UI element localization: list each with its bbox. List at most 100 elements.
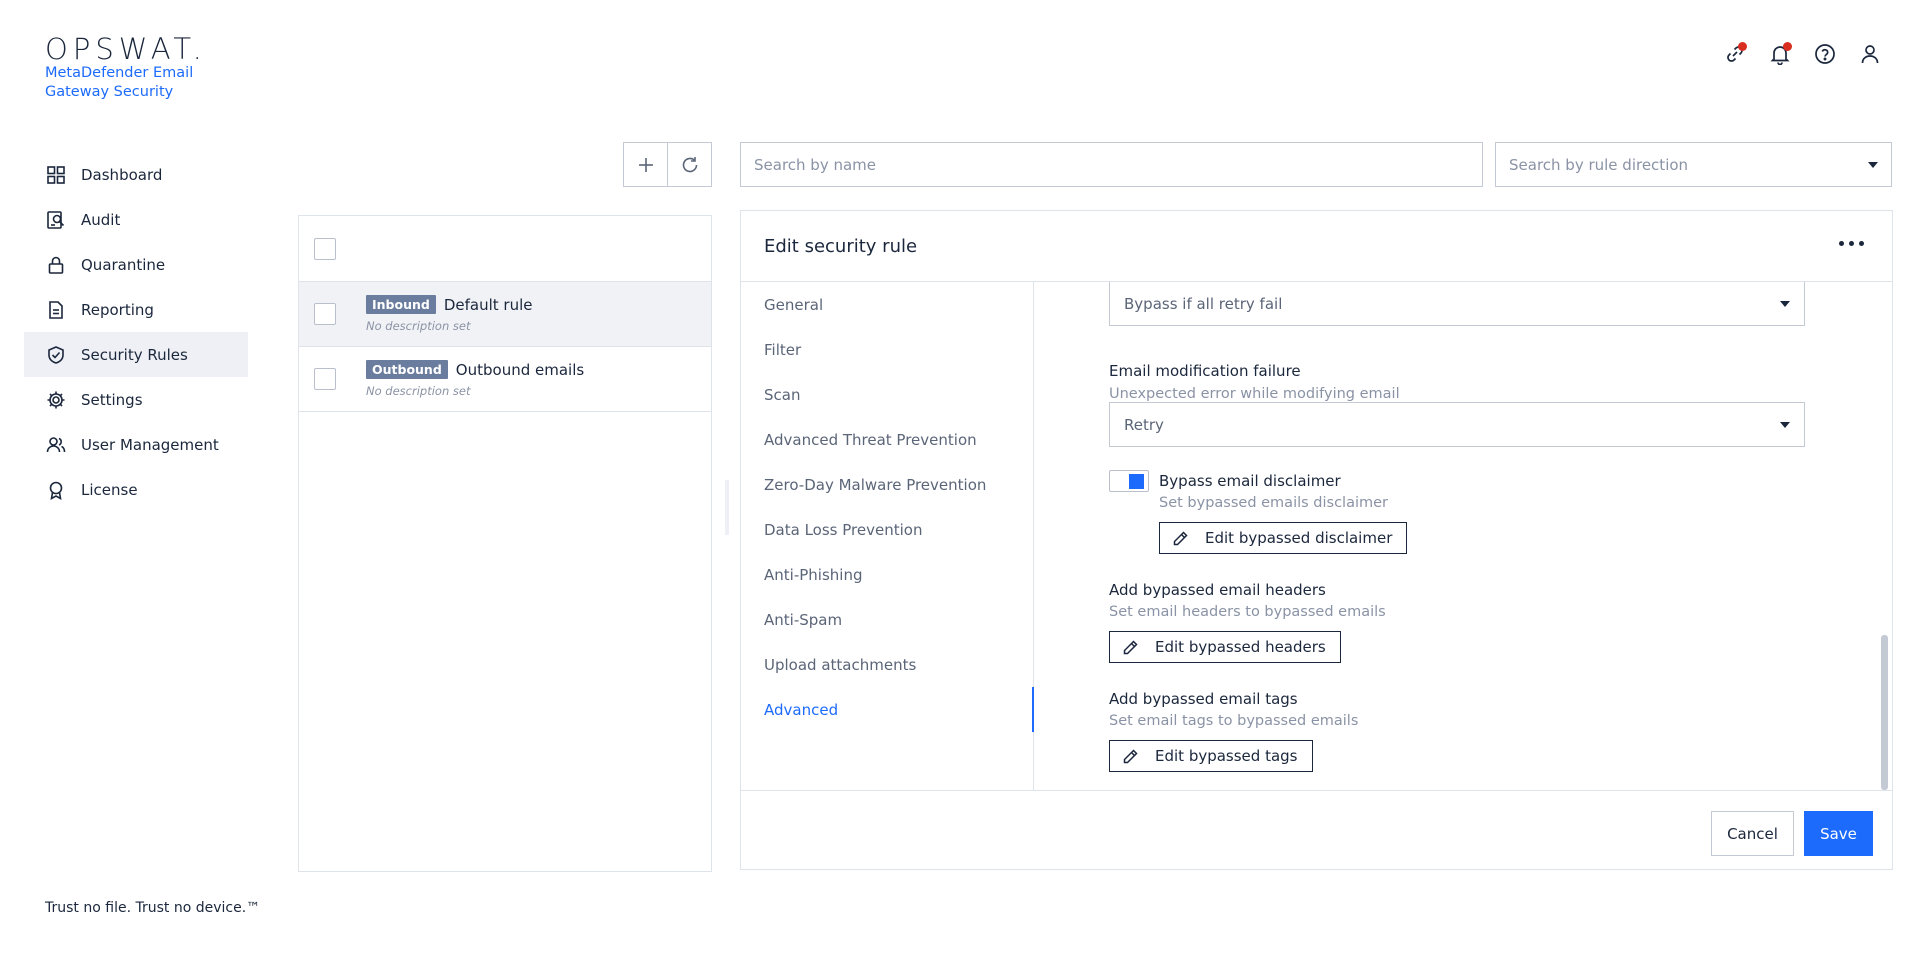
document-icon [49,300,63,319]
badge-icon [49,481,63,500]
lock-icon [48,256,64,274]
bypass-disclaimer-label: Bypass email disclaimer [1159,472,1341,490]
search-name-field[interactable] [740,142,1483,187]
sidebar-item-label: User Management [81,435,219,454]
chevron-down-icon [1868,161,1878,168]
sidebar-item-label: Security Rules [81,345,188,364]
modification-failure-select[interactable]: Retry [1109,402,1805,447]
save-button[interactable]: Save [1804,811,1873,856]
sidebar-nav: Dashboard Audit Quarantine Reporting Sec… [24,152,248,512]
direction-badge: Inbound [366,295,436,314]
help-icon [1815,44,1835,64]
edit-bypassed-tags-label: Edit bypassed tags [1155,747,1298,765]
modification-failure-description: Unexpected error while modifying email [1109,386,1400,402]
bypassed-headers-description: Set email headers to bypassed emails [1109,604,1386,620]
refresh-button[interactable] [667,142,712,187]
select-all-checkbox[interactable] [314,237,336,260]
sidebar-item-label: Quarantine [81,255,166,274]
rules-list-header [299,216,711,282]
dashboard-icon [47,165,65,184]
sidebar-item-reporting[interactable]: Reporting [24,287,248,332]
search-name-input[interactable] [754,155,1469,174]
audit-icon [47,210,65,229]
sidebar-item-security-rules[interactable]: Security Rules [24,332,248,377]
chevron-down-icon [1780,421,1790,428]
rule-checkbox[interactable] [314,303,336,325]
opswat-logo: OPSWAT. [45,32,207,66]
chevron-down-icon [1780,300,1790,307]
tab-advanced[interactable]: Advanced [741,687,1034,732]
advanced-settings-content: Bypass if all retry fail Email modificat… [1035,282,1890,790]
edit-rule-panel: Edit security rule General Filter Scan A… [740,210,1893,870]
bypass-disclaimer-toggle[interactable] [1109,470,1149,492]
edit-tabs: General Filter Scan Advanced Threat Prev… [741,282,1034,790]
link-button[interactable] [1721,40,1749,68]
edit-bypassed-headers-button[interactable]: Edit bypassed headers [1109,631,1341,663]
pencil-icon [1173,530,1188,545]
search-direction-select[interactable]: Search by rule direction [1495,142,1892,187]
sidebar-item-settings[interactable]: Settings [24,377,248,422]
user-menu-button[interactable] [1856,40,1884,68]
tab-anti-phishing[interactable]: Anti-Phishing [741,552,1033,597]
notification-dot [1783,42,1792,51]
refresh-icon [682,156,697,172]
sidebar-item-dashboard[interactable]: Dashboard [24,152,248,197]
edit-bypassed-headers-label: Edit bypassed headers [1155,638,1326,656]
pencil-icon [1123,748,1138,763]
toggle-knob [1129,474,1144,489]
sidebar-item-quarantine[interactable]: Quarantine [24,242,248,287]
add-rule-button[interactable] [623,142,668,187]
tab-advanced-threat-prevention[interactable]: Advanced Threat Prevention [741,417,1033,462]
gear-icon [47,391,65,408]
rule-info: Inbound Default rule No description set [366,295,533,333]
rule-description: No description set [366,384,471,398]
sidebar-item-user-management[interactable]: User Management [24,422,248,467]
tab-anti-spam[interactable]: Anti-Spam [741,597,1033,642]
edit-bypassed-disclaimer-button[interactable]: Edit bypassed disclaimer [1159,522,1408,554]
edit-bypassed-disclaimer-label: Edit bypassed disclaimer [1205,529,1393,547]
users-icon [46,436,66,452]
cancel-button[interactable]: Cancel [1711,811,1794,856]
bypassed-headers-label: Add bypassed email headers [1109,581,1326,599]
sidebar-item-label: Audit [81,210,121,229]
retry-failure-select[interactable]: Bypass if all retry fail [1109,282,1805,326]
rule-name: Outbound emails [455,360,585,379]
tab-upload-attachments[interactable]: Upload attachments [741,642,1033,687]
direction-badge: Outbound [366,360,448,379]
divider [741,790,1892,791]
retry-failure-value: Bypass if all retry fail [1124,294,1283,313]
tab-filter[interactable]: Filter [741,327,1033,372]
panel-splitter[interactable] [725,480,729,535]
shield-check-icon [48,345,64,364]
sidebar-item-license[interactable]: License [24,467,248,512]
content-scrollbar[interactable] [1881,635,1888,790]
rule-row[interactable]: Outbound Outbound emails No description … [299,347,711,412]
sidebar-item-audit[interactable]: Audit [24,197,248,242]
plus-icon [638,157,653,172]
sidebar-item-label: Settings [81,390,143,409]
rule-checkbox[interactable] [314,368,336,390]
pencil-icon [1123,639,1138,654]
tagline: Trust no file. Trust no device.™ [45,900,261,916]
sidebar-item-label: Dashboard [81,165,163,184]
notification-dot [1738,42,1747,51]
rule-row[interactable]: Inbound Default rule No description set [299,282,711,347]
edit-panel-title: Edit security rule [764,236,918,257]
rule-name: Default rule [443,295,533,314]
edit-bypassed-tags-button[interactable]: Edit bypassed tags [1109,740,1313,772]
notifications-button[interactable] [1766,40,1794,68]
help-button[interactable] [1811,40,1839,68]
user-icon [1861,45,1879,64]
sidebar-item-label: Reporting [81,300,154,319]
tab-general[interactable]: General [741,282,1033,327]
product-name: MetaDefender Email Gateway Security [45,65,194,100]
tab-zero-day-malware-prevention[interactable]: Zero-Day Malware Prevention [741,462,1033,507]
modification-failure-label: Email modification failure [1109,362,1301,380]
bypassed-tags-description: Set email tags to bypassed emails [1109,713,1359,729]
tab-data-loss-prevention[interactable]: Data Loss Prevention [741,507,1033,552]
more-options-icon[interactable] [1839,241,1864,246]
rule-description: No description set [366,319,471,333]
tab-scan[interactable]: Scan [741,372,1033,417]
sidebar-item-label: License [81,480,138,499]
modification-failure-value: Retry [1124,415,1164,434]
